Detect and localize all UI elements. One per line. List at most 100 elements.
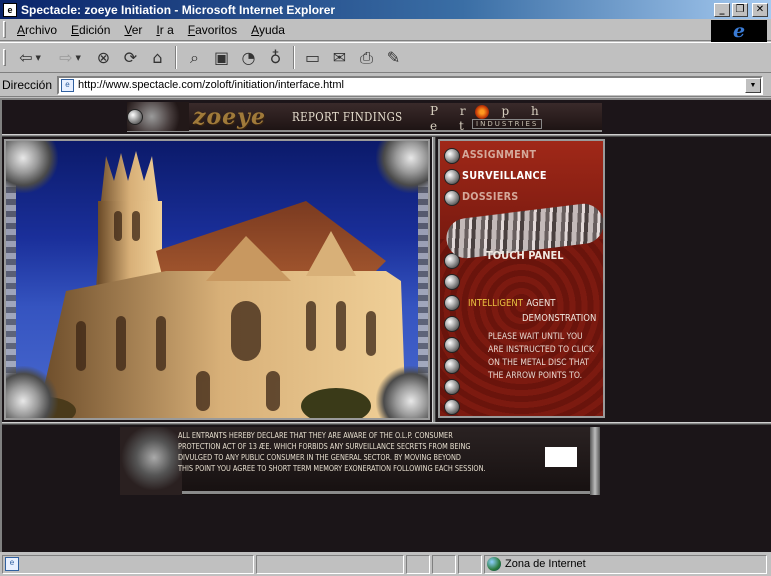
legal-line: PROTECTION ACT OF 13 ÆE. WHICH FORBIDS A…	[178, 442, 471, 451]
refresh-button[interactable]: ⟳	[117, 45, 144, 70]
nav-surveillance[interactable]: SURVEILLANCE	[462, 169, 547, 182]
address-label: Dirección	[2, 78, 53, 92]
menu-ir-a[interactable]: Ir a	[149, 23, 180, 37]
status-progress-pane	[256, 554, 404, 574]
edit-button[interactable]: ✎	[380, 45, 407, 70]
cathedral-illustration	[16, 151, 406, 418]
home-icon: ⌂	[152, 48, 163, 67]
metal-disc-icon[interactable]	[444, 316, 460, 332]
agent-heading: INTELLIGENT AGENT	[468, 298, 555, 309]
metal-disc-icon	[127, 108, 143, 125]
page-icon: e	[5, 557, 19, 571]
frame-edge-right	[418, 181, 428, 381]
status-zone-pane: Zona de Internet	[484, 554, 767, 574]
status-text-pane: e	[2, 554, 254, 574]
refresh-icon: ⟳	[123, 48, 138, 67]
history-button[interactable]: ◔	[235, 45, 262, 70]
metal-disc-icon[interactable]	[444, 274, 460, 290]
maximize-button[interactable]: ❐	[732, 2, 748, 17]
globe-icon	[487, 557, 501, 571]
toolbar-grip[interactable]	[3, 21, 6, 38]
print-button[interactable]: ⎙	[353, 45, 380, 70]
metal-disc-icon[interactable]	[444, 169, 460, 185]
channels-icon: ♁	[269, 48, 282, 67]
favorites-button[interactable]: ▣	[208, 45, 235, 70]
address-url: http://www.spectacle.com/zoloft/initiati…	[78, 79, 344, 91]
address-bar: Dirección e http://www.spectacle.com/zol…	[0, 74, 771, 97]
menu-edicion[interactable]: Edición	[64, 23, 117, 37]
chevron-down-icon[interactable]: ▼	[745, 77, 761, 93]
frame-ornament	[376, 141, 428, 193]
prophet-industries-logo: P r p h e t INDUSTRIES	[430, 102, 570, 133]
footer-edge	[182, 491, 600, 494]
fullscreen-button[interactable]: ▭	[299, 45, 326, 70]
forward-button[interactable]: ⇨ ▼	[50, 45, 90, 70]
search-button[interactable]: ⌕	[181, 45, 208, 70]
metal-disc-icon[interactable]	[444, 190, 460, 206]
legal-line: DIVULGED TO ANY PUBLIC CONSUMER IN THE G…	[178, 453, 461, 462]
menu-ver[interactable]: Ver	[117, 23, 149, 37]
disc-column	[444, 141, 462, 416]
history-icon: ◔	[241, 48, 256, 67]
ie-logo-icon: e	[732, 20, 746, 42]
mail-button[interactable]: ✉	[326, 45, 353, 70]
metal-disc-icon[interactable]	[444, 337, 460, 353]
nav-assignment[interactable]: ASSIGNMENT	[462, 148, 536, 161]
agent-label: AGENT	[526, 298, 556, 309]
metal-disc-icon[interactable]	[444, 148, 460, 164]
instructions-text: PLEASE WAIT UNTIL YOU ARE INSTRUCTED TO …	[488, 331, 603, 383]
report-findings-button[interactable]: REPORT FINDINGS	[127, 108, 422, 125]
header-band: zoeye REPORT FINDINGS P r p h e t INDUST…	[127, 102, 602, 133]
vertical-divider	[432, 137, 436, 422]
toolbar-separator	[293, 46, 295, 69]
standard-toolbar: ⇦ ▼ ⇨ ▼ ⊗ ⟳ ⌂ ⌕ ▣ ◔ ♁ ▭ ✉ ⎙ ✎	[0, 42, 771, 73]
white-box	[545, 447, 577, 467]
report-findings-label: REPORT FINDINGS	[291, 109, 403, 124]
demonstration-label: DEMONSTRATION	[522, 313, 597, 324]
back-button[interactable]: ⇦ ▼	[10, 45, 50, 70]
metal-disc-icon[interactable]	[444, 295, 460, 311]
metal-disc-icon[interactable]	[444, 379, 460, 395]
close-button[interactable]: ✕	[752, 2, 768, 17]
mail-icon: ✉	[332, 48, 347, 67]
stop-button[interactable]: ⊗	[90, 45, 117, 70]
menu-archivo[interactable]: Archivo	[10, 23, 64, 37]
favorites-icon: ▣	[213, 48, 230, 67]
ie-logo: e	[711, 20, 767, 42]
frame-ornament	[376, 366, 428, 418]
window-controls: _ ❐ ✕	[714, 2, 768, 17]
footer-edge-right	[590, 427, 600, 495]
page-viewport: zoeye REPORT FINDINGS P r p h e t INDUST…	[0, 98, 771, 552]
edit-icon: ✎	[386, 48, 401, 67]
minimize-button[interactable]: _	[714, 2, 730, 17]
chevron-down-icon: ▼	[75, 53, 81, 62]
metal-disc-icon[interactable]	[444, 399, 460, 415]
menu-ayuda[interactable]: Ayuda	[244, 23, 292, 37]
window-title: Spectacle: zoeye Initiation - Microsoft …	[21, 2, 336, 17]
zoeye-logo: zoeye	[193, 103, 266, 130]
instruction-line: ON THE METAL DISC THAT	[488, 358, 589, 368]
metal-disc-icon[interactable]	[444, 358, 460, 374]
touch-panel-title: TOUCH PANEL	[486, 249, 564, 262]
search-icon: ⌕	[190, 47, 199, 67]
home-button[interactable]: ⌂	[144, 45, 171, 70]
legal-notice: ALL ENTRANTS HEREBY DECLARE THAT THEY AR…	[178, 430, 498, 474]
menu-favoritos[interactable]: Favoritos	[181, 23, 244, 37]
channels-button[interactable]: ♁	[262, 45, 289, 70]
title-bar: e Spectacle: zoeye Initiation - Microsof…	[0, 0, 771, 19]
main-frame: ASSIGNMENT SURVEILLANCE DOSSIERS TOUCH P…	[2, 137, 771, 422]
address-input[interactable]: e http://www.spectacle.com/zoloft/initia…	[57, 75, 763, 95]
nav-dossiers[interactable]: DOSSIERS	[462, 190, 519, 203]
back-icon: ⇦	[19, 48, 33, 67]
print-icon: ⎙	[360, 47, 373, 67]
footer-ornament	[120, 427, 182, 495]
toolbar-separator	[175, 46, 177, 69]
intelligent-label: INTELLIGENT	[468, 298, 523, 309]
footer-band: ALL ENTRANTS HEREBY DECLARE THAT THEY AR…	[120, 427, 600, 495]
frame-edge-left	[6, 181, 16, 381]
chevron-down-icon: ▼	[35, 53, 41, 62]
status-pane	[406, 554, 430, 574]
toolbar-grip[interactable]	[3, 49, 6, 66]
legal-line: THIS POINT YOU AGREE TO SHORT TERM MEMOR…	[178, 464, 486, 473]
frame-ornament	[6, 366, 58, 418]
